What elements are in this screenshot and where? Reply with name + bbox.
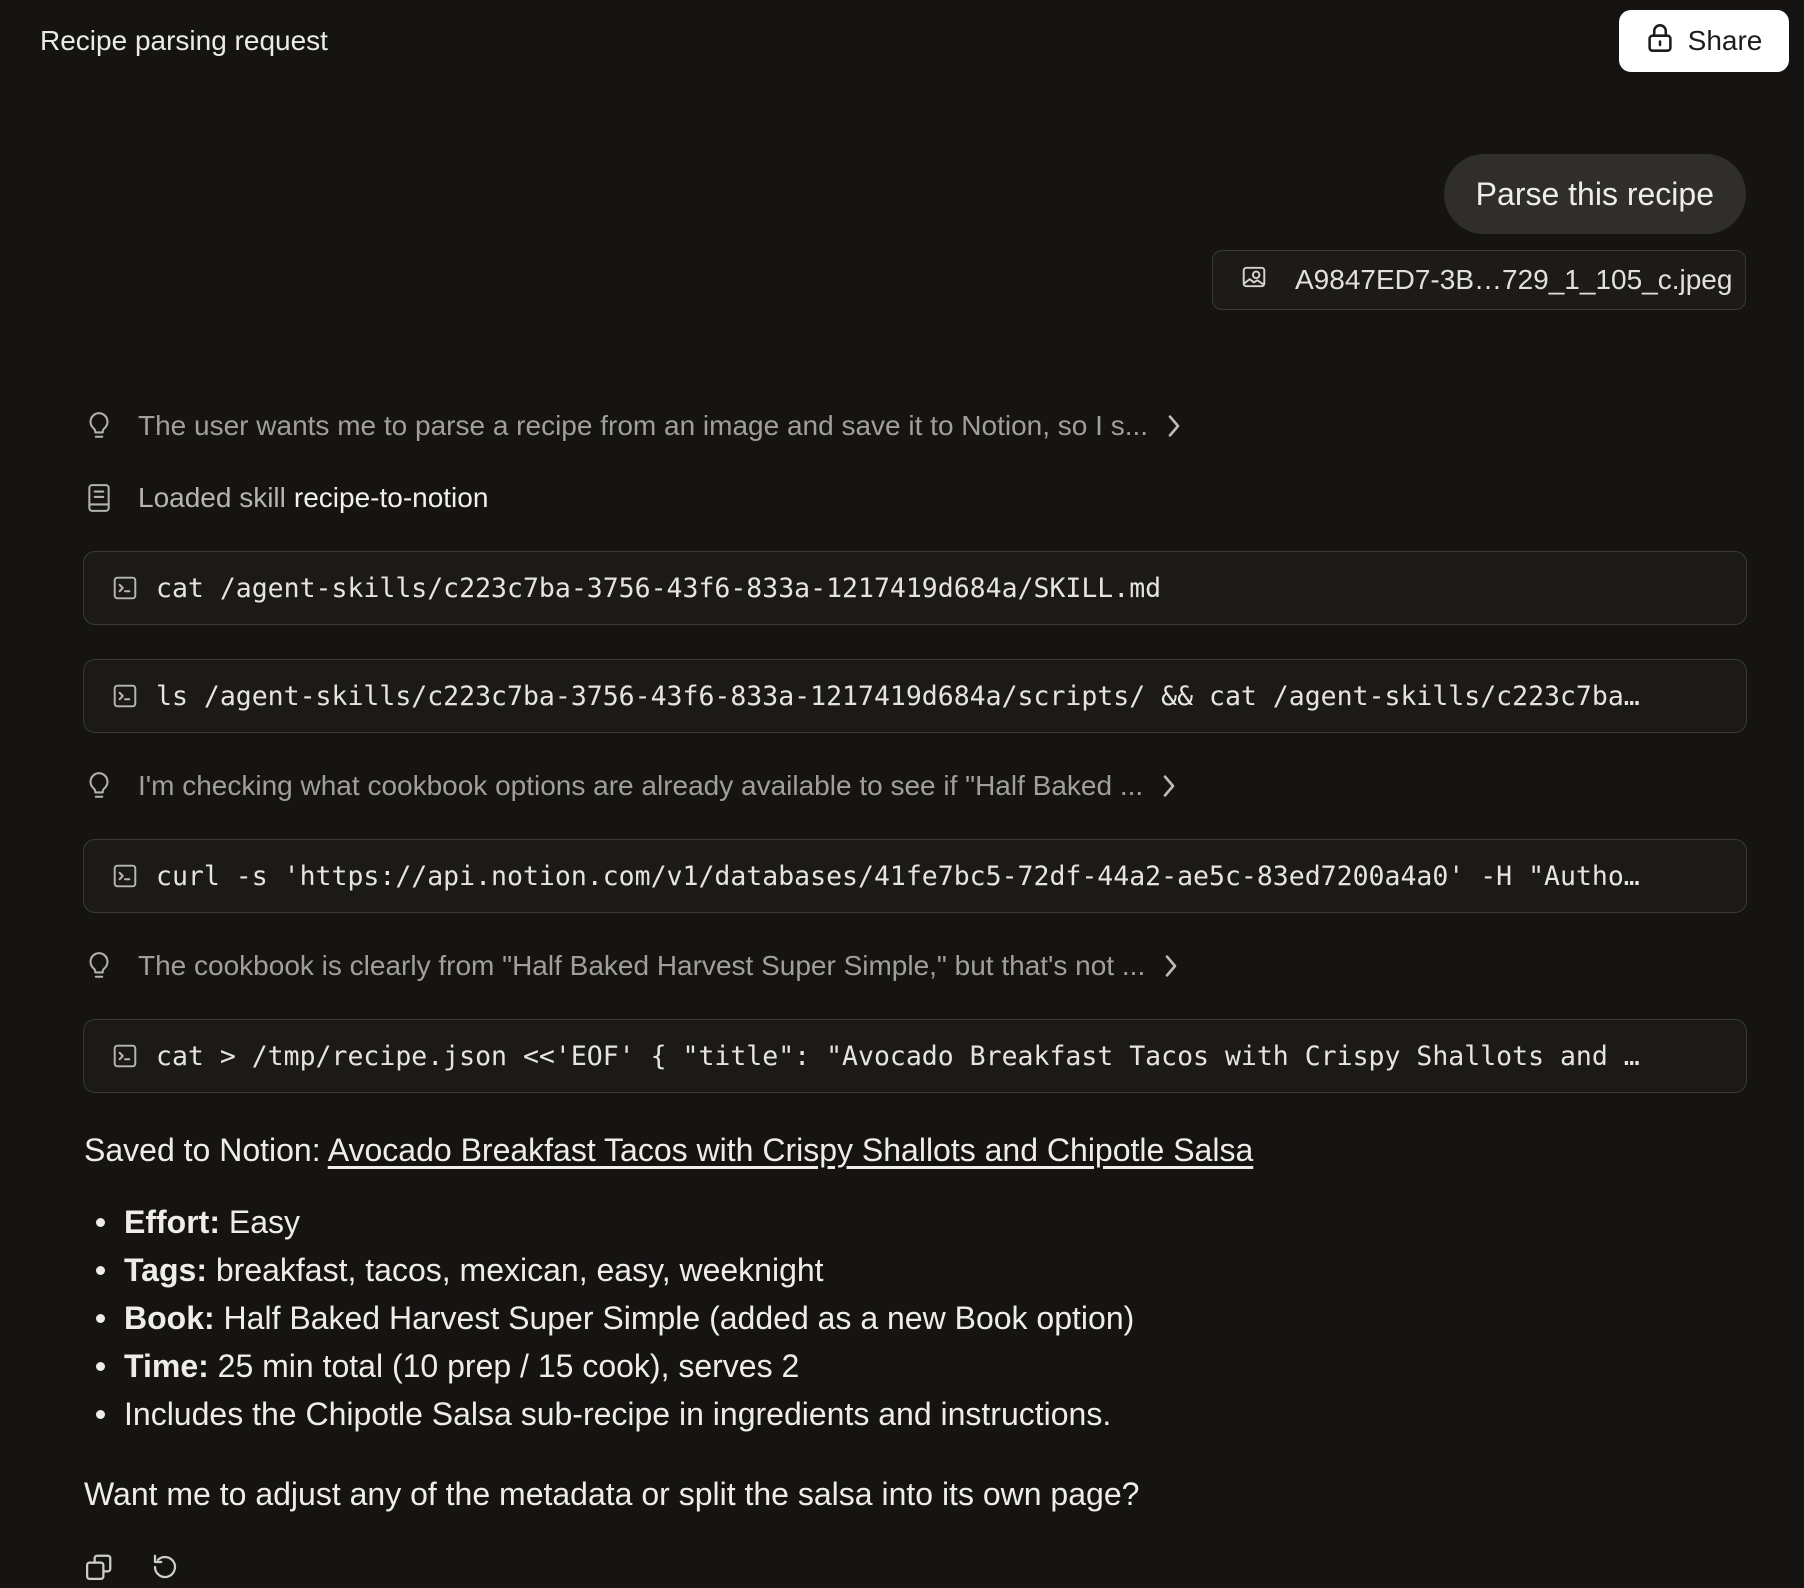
command-block[interactable]: curl -s 'https://api.notion.com/v1/datab… <box>83 839 1747 913</box>
thought-row[interactable]: The user wants me to parse a recipe from… <box>84 404 1182 448</box>
book-icon <box>84 483 114 513</box>
image-icon <box>1241 264 1267 297</box>
skill-row: Loaded skill recipe-to-notion <box>84 476 488 520</box>
lightbulb-icon <box>84 951 114 981</box>
list-item-label: Book: <box>124 1300 215 1336</box>
skill-name: recipe-to-notion <box>293 482 489 513</box>
list-item: Time: 25 min total (10 prep / 15 cook), … <box>84 1342 1744 1390</box>
skill-prefix: Loaded skill <box>138 482 286 513</box>
chevron-right-icon <box>1163 954 1179 978</box>
list-item-value: Easy <box>219 1204 300 1240</box>
chat-header: Recipe parsing request Share <box>0 0 1804 84</box>
user-message-text: Parse this recipe <box>1475 175 1714 212</box>
lightbulb-icon <box>84 411 114 441</box>
share-label: Share <box>1687 25 1763 56</box>
thought-text: I'm checking what cookbook options are a… <box>138 770 1144 801</box>
list-item: Includes the Chipotle Salsa sub-recipe i… <box>84 1390 1744 1438</box>
message-actions <box>84 1552 180 1582</box>
chevron-right-icon <box>1161 774 1177 798</box>
saved-prefix: Saved to Notion: <box>84 1132 328 1168</box>
lock-icon <box>1646 23 1674 60</box>
list-item-label: Effort: <box>124 1204 220 1240</box>
lightbulb-icon <box>84 771 114 801</box>
command-text: cat /agent-skills/c223c7ba-3756-43f6-833… <box>156 572 1162 604</box>
list-item-label: Time: <box>124 1348 209 1384</box>
command-text: cat > /tmp/recipe.json <<'EOF' { "title"… <box>156 1040 1640 1072</box>
saved-line: Saved to Notion: Avocado Breakfast Tacos… <box>84 1126 1744 1174</box>
chevron-right-icon <box>1166 414 1182 438</box>
notion-page-link[interactable]: Avocado Breakfast Tacos with Crispy Shal… <box>328 1132 1254 1168</box>
attachment-filename: A9847ED7-3B…729_1_105_c.jpeg <box>1295 264 1733 295</box>
followup-question: Want me to adjust any of the metadata or… <box>84 1476 1140 1512</box>
list-item: Effort: Easy <box>84 1198 1744 1246</box>
command-text: ls /agent-skills/c223c7ba-3756-43f6-833a… <box>156 680 1640 712</box>
command-block[interactable]: cat /agent-skills/c223c7ba-3756-43f6-833… <box>83 551 1747 625</box>
terminal-icon <box>112 575 138 601</box>
command-block[interactable]: ls /agent-skills/c223c7ba-3756-43f6-833a… <box>83 659 1747 733</box>
thought-row[interactable]: The cookbook is clearly from "Half Baked… <box>84 944 1179 988</box>
terminal-icon <box>112 1043 138 1069</box>
thought-row[interactable]: I'm checking what cookbook options are a… <box>84 764 1177 808</box>
list-item-value: 25 min total (10 prep / 15 cook), serves… <box>208 1348 800 1384</box>
retry-icon[interactable] <box>150 1552 180 1582</box>
assistant-response: Saved to Notion: Avocado Breakfast Tacos… <box>84 1126 1744 1518</box>
share-button[interactable]: Share <box>1619 10 1789 72</box>
summary-list: Effort: Easy Tags: breakfast, tacos, mex… <box>84 1198 1744 1438</box>
copy-icon[interactable] <box>84 1552 114 1582</box>
list-item-value: Includes the Chipotle Salsa sub-recipe i… <box>124 1396 1112 1432</box>
list-item-label: Tags: <box>124 1252 207 1288</box>
list-item-value: Half Baked Harvest Super Simple (added a… <box>214 1300 1135 1336</box>
list-item: Book: Half Baked Harvest Super Simple (a… <box>84 1294 1744 1342</box>
command-block[interactable]: cat > /tmp/recipe.json <<'EOF' { "title"… <box>83 1019 1747 1093</box>
terminal-icon <box>112 863 138 889</box>
list-item-value: breakfast, tacos, mexican, easy, weeknig… <box>206 1252 824 1288</box>
thought-text: The user wants me to parse a recipe from… <box>138 410 1149 441</box>
chat-title[interactable]: Recipe parsing request <box>40 22 328 60</box>
command-text: curl -s 'https://api.notion.com/v1/datab… <box>156 860 1640 892</box>
user-message-bubble: Parse this recipe <box>1443 154 1746 234</box>
image-attachment[interactable]: A9847ED7-3B…729_1_105_c.jpeg <box>1212 250 1746 310</box>
terminal-icon <box>112 683 138 709</box>
list-item: Tags: breakfast, tacos, mexican, easy, w… <box>84 1246 1744 1294</box>
thought-text: The cookbook is clearly from "Half Baked… <box>138 950 1146 981</box>
